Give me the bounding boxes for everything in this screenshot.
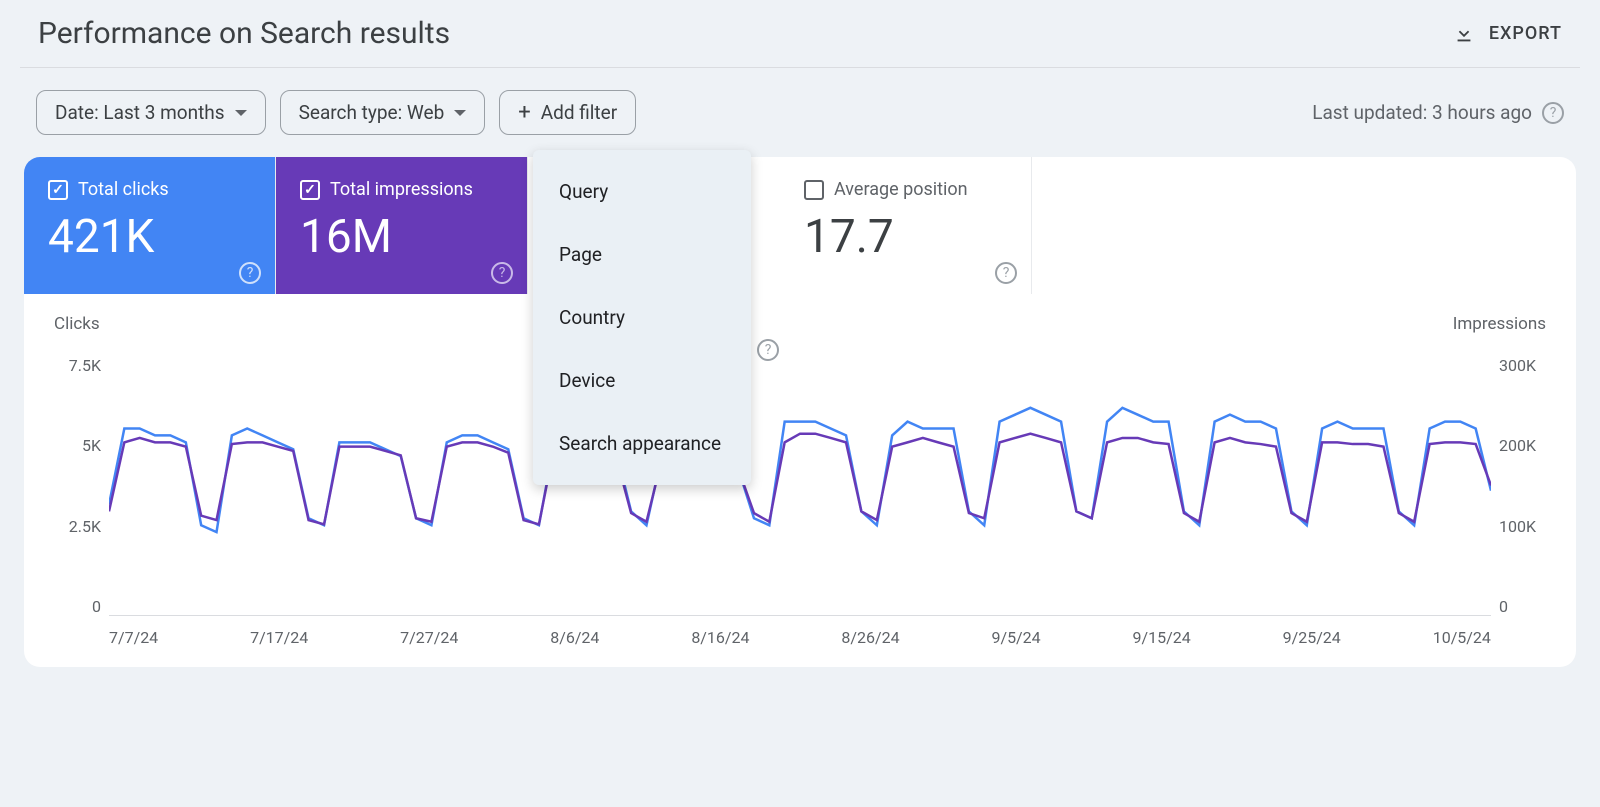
plus-icon: + <box>518 102 530 124</box>
date-filter-chip[interactable]: Date: Last 3 months <box>36 90 266 135</box>
download-icon <box>1453 23 1475 45</box>
dropdown-item-device[interactable]: Device <box>533 349 751 412</box>
export-button[interactable]: EXPORT <box>1453 23 1562 45</box>
page-title: Performance on Search results <box>38 16 450 51</box>
dropdown-item-query[interactable]: Query <box>533 160 751 223</box>
metric-position-value: 17.7 <box>804 210 1011 264</box>
add-filter-dropdown: Query Page Country Device Search appeara… <box>533 150 751 485</box>
performance-card: Total clicks 421K ? Total impressions 16… <box>24 157 1576 667</box>
help-icon[interactable]: ? <box>757 339 779 361</box>
help-icon[interactable]: ? <box>491 262 513 284</box>
metric-position-label: Average position <box>834 179 968 200</box>
checkbox-checked-icon <box>48 180 68 200</box>
help-icon[interactable]: ? <box>239 262 261 284</box>
search-type-label: Search type: Web <box>299 101 445 124</box>
chevron-down-icon <box>235 110 247 116</box>
dropdown-item-search-appearance[interactable]: Search appearance <box>533 412 751 475</box>
dropdown-item-country[interactable]: Country <box>533 286 751 349</box>
dropdown-item-page[interactable]: Page <box>533 223 751 286</box>
chart: Clicks Impressions 7.5K 5K 2.5K 0 300K 2… <box>24 294 1576 647</box>
metric-impressions-label: Total impressions <box>330 179 473 200</box>
metric-average-position[interactable]: Average position 17.7 ? <box>780 157 1032 294</box>
metric-clicks-value: 421K <box>48 210 255 264</box>
help-icon[interactable]: ? <box>995 262 1017 284</box>
x-axis-ticks: 7/7/24 7/17/24 7/27/24 8/6/24 8/16/24 8/… <box>109 628 1491 647</box>
date-filter-label: Date: Last 3 months <box>55 101 225 124</box>
chart-plot <box>109 356 1491 616</box>
metric-total-clicks[interactable]: Total clicks 421K ? <box>24 157 276 294</box>
metric-total-impressions[interactable]: Total impressions 16M ? <box>276 157 528 294</box>
add-filter-button[interactable]: + Add filter <box>499 90 636 135</box>
metric-clicks-label: Total clicks <box>78 179 169 200</box>
add-filter-label: Add filter <box>541 101 617 124</box>
export-label: EXPORT <box>1489 23 1562 44</box>
y-axis-right-ticks: 300K 200K 100K 0 <box>1491 356 1546 616</box>
chevron-down-icon <box>454 110 466 116</box>
y-axis-left-ticks: 7.5K 5K 2.5K 0 <box>54 356 109 616</box>
y-axis-left-label: Clicks <box>54 314 100 334</box>
metric-impressions-value: 16M <box>300 210 507 264</box>
y-axis-right-label: Impressions <box>1453 314 1546 334</box>
search-type-chip[interactable]: Search type: Web <box>280 90 486 135</box>
last-updated-text: Last updated: 3 hours ago <box>1312 101 1532 124</box>
checkbox-checked-icon <box>300 180 320 200</box>
checkbox-unchecked-icon <box>804 180 824 200</box>
help-icon[interactable]: ? <box>1542 102 1564 124</box>
